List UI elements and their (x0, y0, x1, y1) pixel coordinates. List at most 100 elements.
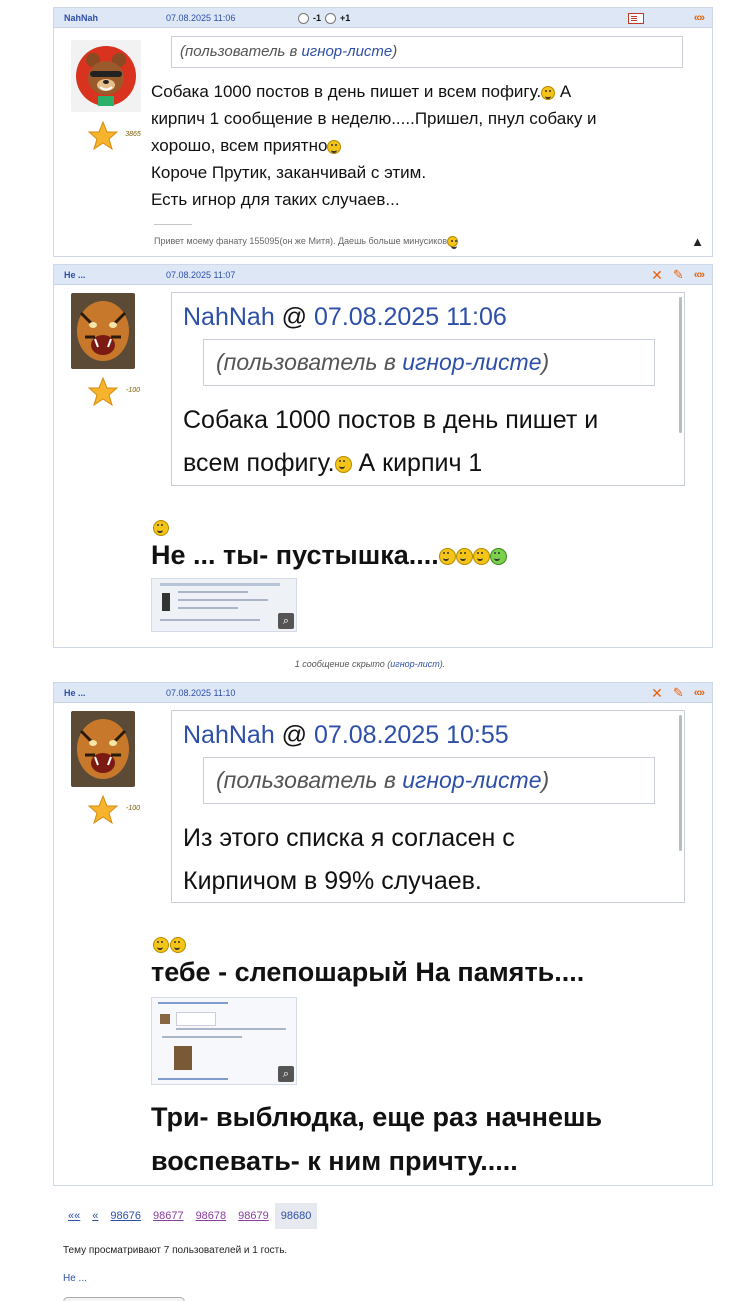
pager-first[interactable]: «« (62, 1203, 86, 1229)
ignore-prefix: (пользователь в (216, 349, 403, 375)
avatar[interactable] (71, 293, 135, 369)
laugh-emoji-icon (455, 548, 473, 566)
quote-scrollbar[interactable] (679, 297, 682, 433)
signature-separator: ------------------- (154, 222, 192, 228)
sick-emoji-icon (489, 548, 507, 566)
smile-emoji-icon (153, 937, 169, 953)
ignore-suffix: ) (392, 43, 398, 60)
pager-page[interactable]: 98676 (104, 1203, 147, 1229)
grin-emoji-icon (447, 236, 459, 250)
rate-minus-radio[interactable] (298, 12, 309, 24)
hidden-notice-suffix: ). (439, 659, 446, 669)
grin-emoji-icon (334, 455, 352, 473)
zoom-icon[interactable]: ⌕ (278, 613, 294, 629)
quote-date-link[interactable]: 07.08.2025 11:06 (314, 303, 507, 331)
big-text: Не ... ты- пустышка.... (151, 537, 507, 573)
signature-text: Привет моему фанату 155095(он же Митя). … (154, 236, 448, 246)
big-text-line: тебе - слепошарый На память.... (151, 957, 585, 987)
rate-minus-label: -1 (313, 13, 322, 23)
pagination: «« « 98676 98677 98678 98679 98680 (62, 1203, 318, 1229)
quote-block: NahNah @ 07.08.2025 11:06 (пользователь … (171, 292, 685, 486)
pager-page[interactable]: 98679 (232, 1203, 275, 1229)
ignore-suffix: ) (541, 349, 550, 375)
post-header: NahNah 07.08.2025 11:06 -1 +1 «» (54, 8, 712, 28)
post-text-line: А (555, 82, 572, 101)
smile-emoji-icon (153, 520, 169, 536)
quote-date-link[interactable]: 07.08.2025 10:55 (314, 721, 509, 749)
rating-controls: -1 +1 (298, 12, 350, 24)
ignore-notice: (пользователь в игнор-листе) (203, 757, 655, 804)
attachment-thumbnail[interactable]: ⌕ (151, 997, 297, 1085)
smile-emoji-icon (170, 937, 186, 953)
quote-scrollbar[interactable] (679, 715, 682, 851)
post-author[interactable]: Не ... (64, 683, 86, 703)
ignore-notice: (пользователь в игнор-листе) (171, 36, 683, 68)
rate-plus-label: +1 (340, 13, 351, 23)
pencil-icon[interactable]: ✎ (673, 683, 684, 703)
rating-value: -100 (125, 805, 140, 812)
post-header: Не ... 07.08.2025 11:07 ✕ ✎ «» (54, 265, 712, 285)
avatar[interactable] (71, 711, 135, 787)
tiger-avatar-image (71, 711, 135, 787)
laugh-emoji-icon (472, 548, 490, 566)
signature: Привет моему фанату 155095(он же Митя). … (154, 236, 459, 250)
quote-text-line: Из этого списка я согласен с (183, 824, 515, 852)
quote-icon[interactable]: «» (694, 8, 705, 28)
quote-text-line: Собака 1000 постов в день пишет и (183, 406, 599, 434)
pager-prev[interactable]: « (86, 1203, 104, 1229)
attachment-thumbnail[interactable]: ⌕ (151, 578, 297, 632)
rating-value: 3865 (125, 131, 141, 138)
hidden-notice-prefix: 1 сообщение скрыто ( (294, 659, 391, 669)
viewer-link[interactable]: Не ... (63, 1273, 87, 1284)
ignore-list-link[interactable]: игнор-листе (402, 349, 541, 375)
ignore-list-link[interactable]: игнор-листе (402, 767, 541, 793)
post-3: Не ... 07.08.2025 11:10 ✕ ✎ «» -100 NahN… (53, 682, 713, 1186)
grin-emoji-icon (327, 139, 342, 154)
ignore-prefix: (пользователь в (216, 767, 403, 793)
rate-plus-radio[interactable] (325, 12, 337, 24)
rating-star-icon: -100 (87, 794, 140, 825)
ignore-suffix: ) (541, 767, 550, 793)
quote-author-link[interactable]: NahNah (183, 721, 275, 749)
quote-text-line: всем пофигу. (183, 449, 335, 477)
card-icon[interactable] (627, 12, 644, 24)
quote-at: @ (274, 303, 315, 331)
quote-icon[interactable]: «» (694, 683, 705, 703)
pencil-icon[interactable]: ✎ (673, 265, 684, 285)
tiger-avatar-image (71, 293, 135, 369)
big-text-line: Три- выблюдка, еще раз начнешь (151, 1102, 603, 1132)
ignore-list-link[interactable]: игнор-лист (390, 659, 439, 669)
post-actions: «» (627, 8, 705, 28)
warning-icon[interactable]: ▲ (691, 234, 704, 249)
post-actions: ✕ ✎ «» (651, 683, 705, 703)
quote-at: @ (274, 721, 315, 749)
big-text: Три- выблюдка, еще раз начнешь воспевать… (151, 1095, 602, 1183)
quote-text-line: А кирпич 1 (351, 449, 483, 477)
x-icon[interactable]: ✕ (651, 683, 663, 703)
post-text-line: Есть игнор для таких случаев... (151, 190, 400, 209)
x-icon[interactable]: ✕ (651, 265, 663, 285)
viewers-text: Тему просматривают 7 пользователей и 1 г… (63, 1245, 288, 1256)
quote-icon[interactable]: «» (694, 265, 705, 285)
quote-author-link[interactable]: NahNah (183, 303, 275, 331)
quote-block: NahNah @ 07.08.2025 10:55 (пользователь … (171, 710, 685, 903)
ignore-prefix: (пользователь в (180, 43, 302, 60)
pager-page[interactable]: 98677 (147, 1203, 190, 1229)
ignore-list-link[interactable]: игнор-листе (301, 43, 392, 60)
post-2: Не ... 07.08.2025 11:07 ✕ ✎ «» -100 NahN… (53, 264, 713, 648)
ignore-notice: (пользователь в игнор-листе) (203, 339, 655, 386)
post-author[interactable]: NahNah (64, 8, 98, 28)
post-actions: ✕ ✎ «» (651, 265, 705, 285)
post-date[interactable]: 07.08.2025 11:07 (166, 265, 235, 285)
bottom-button-edge[interactable] (63, 1297, 185, 1301)
pager-page[interactable]: 98678 (190, 1203, 233, 1229)
post-date[interactable]: 07.08.2025 11:10 (166, 683, 235, 703)
post-author[interactable]: Не ... (64, 265, 86, 285)
avatar[interactable] (71, 40, 141, 112)
pager-current-page: 98680 (274, 1203, 318, 1229)
post-date[interactable]: 07.08.2025 11:06 (166, 8, 235, 28)
post-text-line: Короче Прутик, заканчивай с этим. (151, 163, 427, 182)
big-text-line: воспевать- к ним причту..... (151, 1146, 518, 1176)
zoom-icon[interactable]: ⌕ (278, 1066, 294, 1082)
post-text-line: кирпич 1 сообщение в неделю.....Пришел, … (151, 109, 597, 128)
